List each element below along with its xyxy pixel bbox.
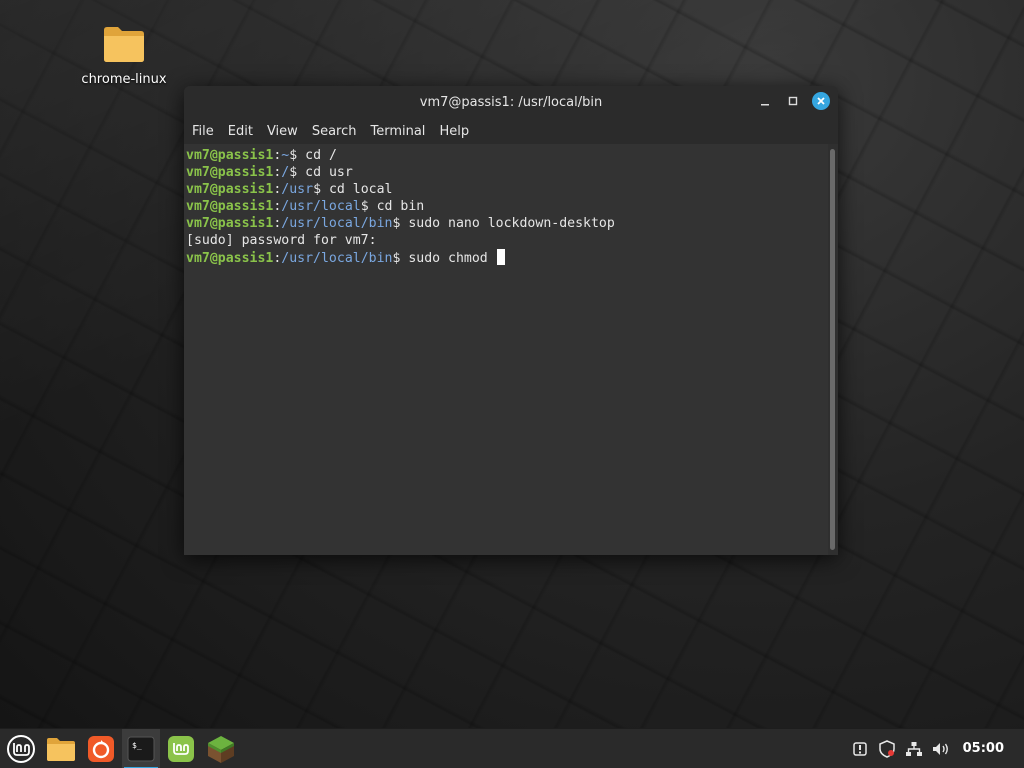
scrollbar-thumb[interactable]	[830, 149, 835, 550]
terminal-output-line: [sudo] password for vm7:	[186, 233, 377, 248]
mint-logo-icon	[7, 734, 35, 763]
window-titlebar[interactable]: vm7@passis1: /usr/local/bin	[184, 86, 838, 118]
scrollbar[interactable]	[828, 144, 838, 555]
menu-edit[interactable]: Edit	[223, 124, 258, 139]
terminal-line: vm7@passis1:/usr/local$ cd bin	[186, 199, 425, 214]
files-icon	[47, 737, 75, 761]
network-icon	[905, 741, 922, 756]
mint-update-icon	[168, 735, 194, 762]
text-cursor	[496, 249, 505, 265]
prompt-path: /usr	[281, 182, 314, 197]
prompt-path: /usr/local	[281, 199, 361, 214]
menu-file[interactable]: File	[187, 124, 219, 139]
command-text: cd usr	[305, 165, 353, 180]
prompt-user: vm7@passis1	[186, 165, 274, 180]
taskbar: $_ 05:00	[0, 728, 1024, 768]
tray-network[interactable]	[905, 740, 923, 758]
terminal-line: vm7@passis1:/$ cd usr	[186, 165, 353, 180]
terminal-line: vm7@passis1:/usr$ cd local	[186, 182, 393, 197]
prompt-user: vm7@passis1	[186, 182, 274, 197]
command-text: sudo nano lockdown-desktop	[408, 216, 615, 231]
terminal-line: vm7@passis1:~$ cd /	[186, 148, 337, 163]
desktop-icon-chrome-linux[interactable]: chrome-linux	[78, 24, 170, 87]
command-text: cd /	[305, 148, 337, 163]
maximize-icon	[788, 96, 798, 106]
volume-icon	[932, 742, 948, 755]
desktop-icon-label: chrome-linux	[81, 72, 167, 87]
folder-icon	[104, 27, 144, 62]
prompt-user: vm7@passis1	[186, 251, 274, 266]
close-button[interactable]	[812, 92, 830, 110]
clock[interactable]: 05:00	[963, 741, 1004, 756]
taskbar-app-minecraft[interactable]	[202, 729, 240, 768]
command-text: cd bin	[376, 199, 425, 214]
minimize-button[interactable]	[756, 92, 774, 110]
tray-notifications[interactable]	[851, 740, 869, 758]
close-icon	[817, 97, 825, 105]
taskbar-app-files[interactable]	[42, 729, 80, 768]
window-title: vm7@passis1: /usr/local/bin	[419, 94, 603, 110]
taskbar-app-terminal[interactable]: $_	[122, 728, 160, 768]
taskbar-app-firefox[interactable]	[82, 729, 120, 768]
window-controls	[756, 92, 830, 110]
tray-volume[interactable]	[932, 740, 950, 758]
minimize-icon	[761, 104, 769, 106]
taskbar-app-update-manager[interactable]	[162, 729, 200, 768]
prompt-user: vm7@passis1	[186, 216, 274, 231]
command-text: cd local	[328, 182, 393, 197]
svg-text:$_: $_	[132, 741, 142, 750]
command-text: sudo chmod	[408, 251, 496, 266]
prompt-path: ~	[281, 148, 290, 163]
terminal-line: vm7@passis1:/usr/local/bin$ sudo nano lo…	[186, 216, 615, 231]
terminal-line: vm7@passis1:/usr/local/bin$ sudo chmod	[186, 249, 828, 266]
shield-icon	[878, 739, 895, 758]
menu-view[interactable]: View	[262, 124, 303, 139]
minecraft-icon	[208, 735, 234, 763]
prompt-user: vm7@passis1	[186, 199, 274, 214]
start-menu-button[interactable]	[0, 729, 42, 768]
terminal-output[interactable]: vm7@passis1:~$ cd / vm7@passis1:/$ cd us…	[184, 144, 828, 555]
menu-search[interactable]: Search	[307, 124, 362, 139]
prompt-path: /usr/local/bin	[281, 216, 393, 231]
system-tray: 05:00	[851, 739, 1024, 758]
terminal-icon: $_	[127, 736, 155, 761]
prompt-user: vm7@passis1	[186, 148, 274, 163]
menubar: File Edit View Search Terminal Help	[184, 118, 838, 144]
terminal-window[interactable]: vm7@passis1: /usr/local/bin File Edit Vi…	[184, 86, 838, 555]
tray-security[interactable]	[878, 739, 896, 758]
maximize-button[interactable]	[784, 92, 802, 110]
prompt-path: /	[281, 165, 290, 180]
notification-icon	[852, 741, 867, 756]
menu-help[interactable]: Help	[434, 124, 474, 139]
menu-terminal[interactable]: Terminal	[365, 124, 430, 139]
firefox-icon	[88, 735, 114, 762]
prompt-path: /usr/local/bin	[281, 251, 393, 266]
